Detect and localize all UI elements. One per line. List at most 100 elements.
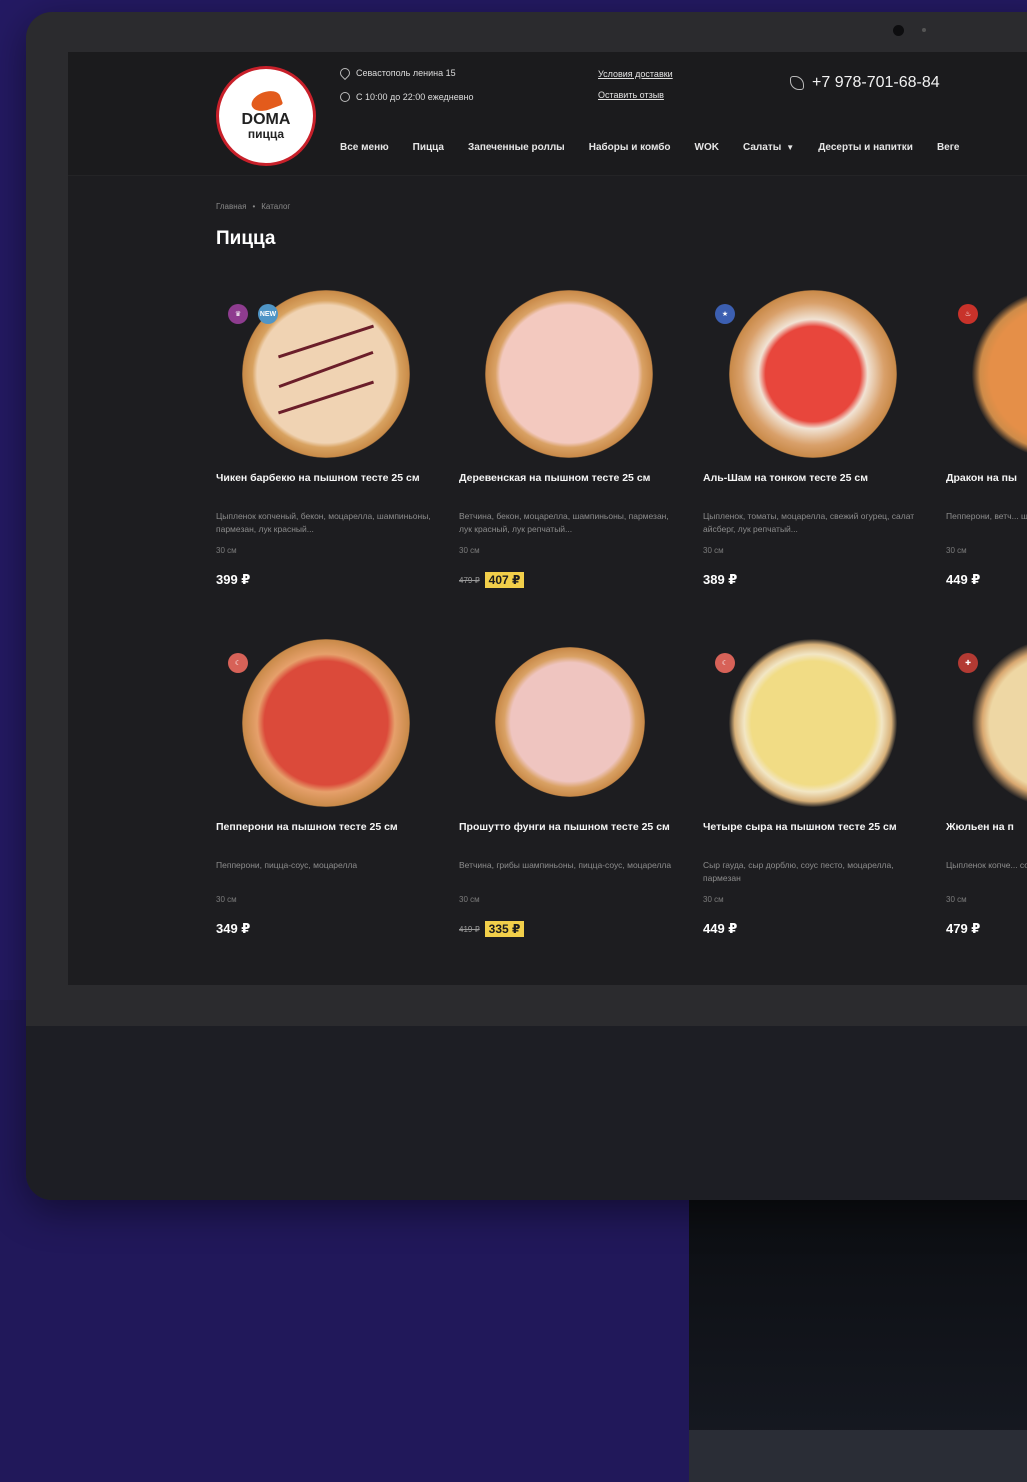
product-price-row: 449 ₽	[703, 921, 737, 937]
product-size: 30 см	[216, 546, 237, 555]
product-name[interactable]: Деревенская на пышном тесте 25 см	[459, 470, 677, 487]
product-price-row: 389 ₽	[703, 572, 737, 588]
product-description: Пепперони, ветч... шампиньоны, п	[946, 511, 1027, 521]
breadcrumb: Главная • Каталог	[216, 202, 290, 211]
pizza-image[interactable]	[972, 639, 1027, 807]
nav-item-wok[interactable]: WOK	[695, 142, 719, 153]
product-description: Цыпленок, томаты, моцарелла, свежий огур…	[703, 511, 915, 534]
phone-number: +7 978-701-68-84	[812, 74, 940, 91]
product-card[interactable]: ♨ Дракон на пы Пепперони, ветч... шампин…	[946, 290, 1027, 630]
product-price-row: 349 ₽	[216, 921, 250, 937]
product-size: 30 см	[946, 546, 967, 555]
product-sale-price: 407 ₽	[484, 572, 525, 588]
location-pin-icon	[337, 65, 353, 81]
product-name[interactable]: Жюльен на п	[946, 819, 1027, 836]
product-size: 30 см	[459, 546, 480, 555]
nav-item-salads[interactable]: Салаты ▼	[743, 142, 794, 153]
moon-icon: ☾	[228, 653, 248, 673]
product-card[interactable]: ✚ Жюльен на п Цыпленок копче... соус гри…	[946, 639, 1027, 979]
product-price-row: 479 ₽ 407 ₽	[459, 572, 525, 588]
product-size: 30 см	[459, 895, 480, 904]
monitor-stand-base	[689, 1430, 1027, 1482]
product-price: 389 ₽	[703, 572, 738, 587]
product-sale-price: 335 ₽	[484, 921, 525, 937]
product-description: Ветчина, грибы шампиньоны, пицца-соус, м…	[459, 860, 672, 870]
pizza-image[interactable]	[972, 290, 1027, 458]
product-price-row: 419 ₽ 335 ₽	[459, 921, 525, 937]
product-description: Ветчина, бекон, моцарелла, шампиньоны, п…	[459, 511, 669, 534]
pizza-image[interactable]	[242, 639, 410, 807]
page-title: Пицца	[216, 228, 276, 249]
chef-hat-icon: ♛	[228, 304, 248, 324]
product-name[interactable]: Прошутто фунги на пышном тесте 25 см	[459, 819, 677, 836]
chevron-down-icon: ▼	[786, 143, 795, 152]
product-size: 30 см	[946, 895, 967, 904]
monitor-chin	[26, 1026, 1027, 1200]
product-name[interactable]: Аль-Шам на тонком тесте 25 см	[703, 470, 921, 487]
product-description: Цыпленок копче... соус грибной, м	[946, 860, 1027, 870]
product-description: Цыпленок копченый, бекон, моцарелла, шам…	[216, 511, 431, 534]
product-price: 399 ₽	[216, 572, 251, 587]
main-nav: Все меню Пицца Запеченные роллы Наборы и…	[340, 142, 959, 153]
address-row: Севастополь ленина 15	[337, 65, 456, 81]
logo-text-pizza: пицца	[247, 127, 285, 141]
moon-icon: ☾	[715, 653, 735, 673]
nav-item-baked-rolls[interactable]: Запеченные роллы	[468, 142, 565, 153]
phone-icon	[790, 76, 804, 90]
breadcrumb-home[interactable]: Главная	[216, 202, 246, 211]
nav-item-sets-combo[interactable]: Наборы и комбо	[589, 142, 671, 153]
website-screen: DOMA пицца Севастополь ленина 15 С 10:00…	[68, 52, 1027, 985]
product-price: 349 ₽	[216, 921, 251, 936]
product-old-price: 479 ₽	[459, 575, 480, 585]
product-price-row: 449 ₽	[946, 572, 980, 588]
pizza-image[interactable]	[729, 290, 897, 458]
nav-item-vegan[interactable]: Веге	[937, 142, 960, 153]
product-name[interactable]: Чикен барбекю на пышном тесте 25 см	[216, 470, 434, 487]
leave-review-link[interactable]: Оставить отзыв	[598, 90, 664, 100]
product-card[interactable]: Деревенская на пышном тесте 25 см Ветчин…	[459, 290, 689, 630]
product-price: 449 ₽	[946, 572, 981, 587]
product-price-row: 399 ₽	[216, 572, 250, 588]
product-card[interactable]: ★ Аль-Шам на тонком тесте 25 см Цыпленок…	[703, 290, 933, 630]
bbq-drizzle	[277, 380, 375, 415]
logo[interactable]: DOMA пицца	[216, 66, 316, 166]
bbq-drizzle	[278, 350, 374, 389]
nav-item-salads-label: Салаты	[743, 142, 782, 153]
product-description: Сыр гауда, сыр дорблю, соус песто, моцар…	[703, 860, 894, 883]
nav-item-all-menu[interactable]: Все меню	[340, 142, 389, 153]
product-description: Пепперони, пицца-соус, моцарелла	[216, 860, 358, 870]
hours-row: С 10:00 до 22:00 ежедневно	[340, 92, 474, 102]
address-text: Севастополь ленина 15	[356, 68, 456, 78]
product-size: 30 см	[703, 895, 724, 904]
product-name[interactable]: Пепперони на пышном тесте 25 см	[216, 819, 434, 836]
product-price-row: 479 ₽	[946, 921, 980, 937]
product-size: 30 см	[216, 895, 237, 904]
product-card[interactable]: ♛ NEW Чикен барбекю на пышном тесте 25 с…	[216, 290, 446, 630]
clock-icon	[340, 92, 350, 102]
logo-text-doma: DOMA	[241, 111, 291, 128]
pizza-image[interactable]	[485, 290, 653, 458]
nav-item-desserts-drinks[interactable]: Десерты и напитки	[818, 142, 913, 153]
product-old-price: 419 ₽	[459, 924, 480, 934]
product-name[interactable]: Дракон на пы	[946, 470, 1027, 487]
product-price: 449 ₽	[703, 921, 738, 936]
product-name[interactable]: Четыре сыра на пышном тесте 25 см	[703, 819, 921, 836]
delivery-terms-link[interactable]: Условия доставки	[598, 69, 673, 79]
breadcrumb-catalog[interactable]: Каталог	[261, 202, 290, 211]
pizza-image[interactable]	[495, 647, 645, 797]
product-card[interactable]: Прошутто фунги на пышном тесте 25 см Вет…	[459, 639, 689, 979]
product-size: 30 см	[703, 546, 724, 555]
bbq-drizzle	[277, 324, 375, 359]
breadcrumb-separator: •	[252, 202, 256, 211]
product-card[interactable]: ☾ Пепперони на пышном тесте 25 см Пеппер…	[216, 639, 446, 979]
new-badge: NEW	[258, 304, 278, 324]
hours-text: С 10:00 до 22:00 ежедневно	[356, 92, 474, 102]
pizza-image[interactable]	[729, 639, 897, 807]
camera-icon	[893, 25, 904, 36]
phone-link[interactable]: +7 978-701-68-84	[790, 74, 940, 92]
nav-item-pizza[interactable]: Пицца	[413, 142, 444, 153]
chili-icon: ♨	[958, 304, 978, 324]
product-card[interactable]: ☾ Четыре сыра на пышном тесте 25 см Сыр …	[703, 639, 933, 979]
site-header: DOMA пицца Севастополь ленина 15 С 10:00…	[68, 52, 1027, 176]
product-price: 479 ₽	[946, 921, 981, 936]
